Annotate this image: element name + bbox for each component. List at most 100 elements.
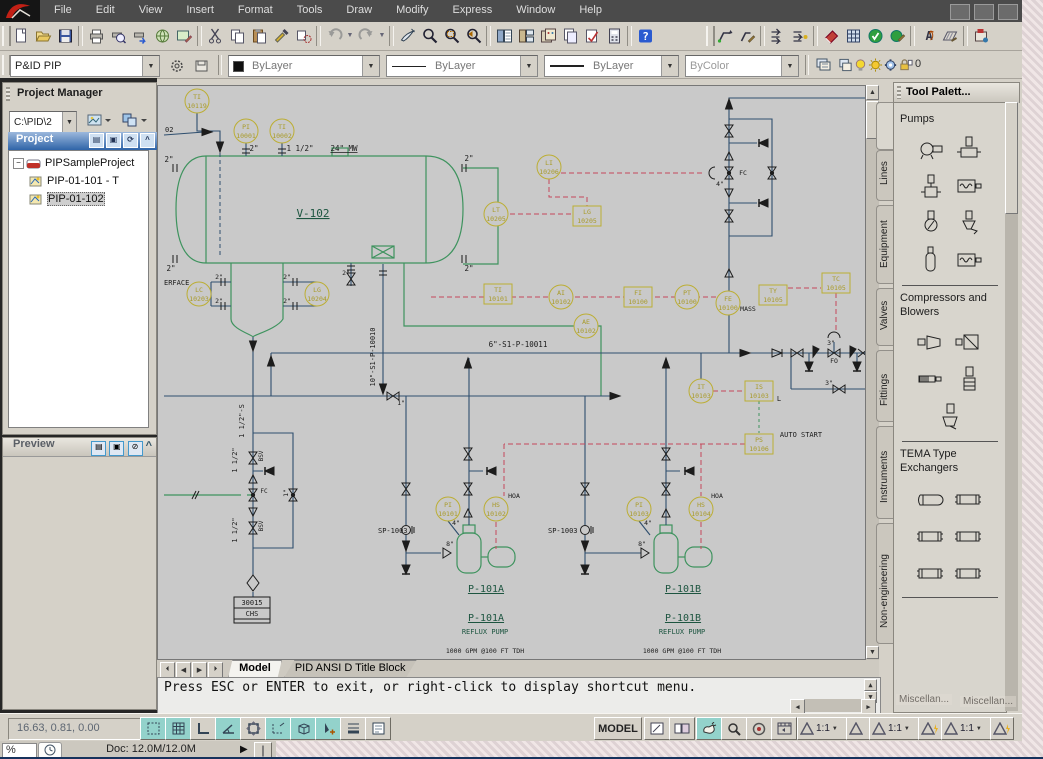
redo-button[interactable] bbox=[355, 25, 377, 46]
palette-item-pump-screw[interactable] bbox=[950, 168, 988, 204]
palette-item-compressor-vert[interactable] bbox=[950, 361, 988, 397]
menu-tools[interactable]: Tools bbox=[285, 0, 335, 22]
minimize-button[interactable] bbox=[950, 4, 970, 20]
undo-button[interactable] bbox=[323, 25, 345, 46]
panel-grip[interactable] bbox=[6, 87, 10, 101]
menu-modify[interactable]: Modify bbox=[384, 0, 440, 22]
palette-item-pump-can[interactable] bbox=[912, 242, 950, 278]
layer-manager-icon[interactable] bbox=[838, 54, 853, 75]
project-views-button[interactable] bbox=[117, 108, 153, 131]
qnew-button[interactable] bbox=[10, 25, 32, 46]
preview-image-icon[interactable]: ▣ bbox=[109, 441, 124, 456]
layer-light-icon[interactable] bbox=[853, 54, 868, 75]
schematic-line-edit-button[interactable] bbox=[736, 25, 758, 46]
palette-item-exchanger-flanged[interactable] bbox=[950, 480, 988, 516]
annotation-visibility-icon[interactable] bbox=[990, 717, 1014, 740]
palette-item-exchanger-split[interactable] bbox=[950, 517, 988, 553]
palette-scrollbar[interactable] bbox=[1005, 102, 1018, 711]
tab-last-icon[interactable]: ⏵ bbox=[208, 662, 223, 678]
flow-arrow-edit-button[interactable] bbox=[789, 25, 811, 46]
new-drawing-icon[interactable]: ▤ bbox=[89, 133, 104, 148]
palette-item-pump-vertical[interactable] bbox=[950, 131, 988, 167]
markup-set-manager-button[interactable] bbox=[581, 25, 603, 46]
menu-help[interactable]: Help bbox=[567, 0, 614, 22]
collapse-chevron-icon[interactable]: ^ bbox=[140, 133, 155, 148]
command-hscrollbar[interactable]: ◀ ▶ bbox=[790, 699, 876, 712]
quickcalc-button[interactable] bbox=[603, 25, 625, 46]
palette-tab-instruments[interactable]: Instruments bbox=[876, 426, 894, 519]
palette-grip[interactable] bbox=[897, 86, 901, 99]
palette-item-compressor-vert2[interactable] bbox=[931, 398, 969, 434]
chevron-down-icon[interactable]: ▼ bbox=[362, 56, 379, 76]
paste-button[interactable] bbox=[248, 25, 270, 46]
annotate-button[interactable]: A bbox=[917, 25, 939, 46]
menu-window[interactable]: Window bbox=[504, 0, 567, 22]
zoom-button[interactable] bbox=[721, 717, 747, 740]
validate-ok-button[interactable] bbox=[864, 25, 886, 46]
linetype-combo[interactable]: ByLayer ▼ bbox=[386, 55, 538, 77]
palette-item-pump-rotary[interactable] bbox=[950, 242, 988, 278]
designcenter-button[interactable] bbox=[515, 25, 537, 46]
palette-item-exchanger-long[interactable] bbox=[950, 554, 988, 590]
preview-mode-icon[interactable]: ▤ bbox=[91, 441, 106, 456]
assign-tag-button[interactable] bbox=[939, 25, 961, 46]
open-button[interactable] bbox=[32, 25, 54, 46]
copy-button[interactable] bbox=[226, 25, 248, 46]
tab-first-icon[interactable]: ⏴ bbox=[160, 662, 175, 678]
paste-special-button[interactable] bbox=[292, 25, 314, 46]
chevron-down-icon[interactable]: ▼ bbox=[142, 56, 159, 76]
tab-next-icon[interactable]: ▶ bbox=[192, 662, 207, 678]
zoom-window-button[interactable] bbox=[440, 25, 462, 46]
layout1-button[interactable] bbox=[644, 717, 670, 740]
undo-list-button[interactable]: ▼ bbox=[345, 25, 355, 46]
plot-button[interactable] bbox=[85, 25, 107, 46]
clean-screen-button[interactable] bbox=[771, 717, 797, 740]
play-icon[interactable]: ▶ bbox=[240, 744, 248, 755]
restore-button[interactable] bbox=[974, 4, 994, 20]
tool-palettes-button[interactable] bbox=[537, 25, 559, 46]
menu-express[interactable]: Express bbox=[440, 0, 504, 22]
edit-image-button[interactable] bbox=[173, 25, 195, 46]
menu-draw[interactable]: Draw bbox=[334, 0, 384, 22]
layer-manager-button[interactable] bbox=[812, 53, 836, 76]
toggle-osnap[interactable] bbox=[240, 717, 266, 740]
menu-insert[interactable]: Insert bbox=[174, 0, 226, 22]
annotation-scale-control[interactable]: 1:1▼ bbox=[869, 717, 919, 740]
color-combo[interactable]: ByLayer ▼ bbox=[228, 55, 380, 77]
model-paper-toggle[interactable]: MODEL bbox=[594, 717, 642, 740]
palette-tab-valves[interactable]: Valves bbox=[876, 288, 894, 346]
save-button[interactable] bbox=[54, 25, 76, 46]
plotstyle-combo[interactable]: ByColor ▼ bbox=[685, 55, 799, 77]
add-drawing-icon[interactable]: ▣ bbox=[106, 133, 121, 148]
collapse-chevron-icon[interactable]: ^ bbox=[146, 440, 152, 452]
close-button[interactable] bbox=[998, 4, 1018, 20]
palette-item-exchanger-rounded[interactable] bbox=[912, 480, 950, 516]
properties-button[interactable] bbox=[493, 25, 515, 46]
comm-center-button[interactable] bbox=[746, 717, 772, 740]
palette-item-pump-horizontal[interactable] bbox=[912, 131, 950, 167]
layout-tab-model[interactable]: Model bbox=[228, 660, 282, 678]
command-window[interactable]: Press ESC or ENTER to exit, or right-cli… bbox=[157, 677, 881, 715]
palette-item-blower[interactable] bbox=[912, 361, 950, 397]
lineweight-combo[interactable]: ByLayer ▼ bbox=[544, 55, 679, 77]
project-section-bar[interactable]: Project ^ ⟳ ▣ ▤ bbox=[8, 132, 159, 150]
annotation-scale-control[interactable]: 1:1▼ bbox=[941, 717, 991, 740]
layer-sun-icon[interactable] bbox=[868, 54, 883, 75]
match-properties-button[interactable] bbox=[270, 25, 292, 46]
tree-item-pip-01-102[interactable]: PIP-01-102 bbox=[11, 190, 148, 208]
toggle-otrack[interactable] bbox=[265, 717, 291, 740]
menu-view[interactable]: View bbox=[127, 0, 175, 22]
publish-button[interactable] bbox=[129, 25, 151, 46]
refresh-icon[interactable]: ⟳ bbox=[123, 133, 138, 148]
zoom-previous-button[interactable] bbox=[462, 25, 484, 46]
palette-item-compressor-box[interactable] bbox=[950, 324, 988, 360]
project-path-combo[interactable]: C:\PID\2 ▼ bbox=[9, 111, 77, 133]
autocad-logo-icon[interactable] bbox=[0, 0, 40, 22]
toggle-ducs[interactable] bbox=[290, 717, 316, 740]
chevron-down-icon[interactable]: ▼ bbox=[661, 56, 678, 76]
menu-file[interactable]: File bbox=[42, 0, 84, 22]
palette-tab-non-engineering[interactable]: Non-engineering bbox=[876, 523, 894, 644]
toggle-paper[interactable] bbox=[365, 717, 391, 740]
layout-tab-pid-ansi-d-title-block[interactable]: PID ANSI D Title Block bbox=[284, 660, 417, 678]
project-browse-button[interactable] bbox=[83, 108, 115, 131]
